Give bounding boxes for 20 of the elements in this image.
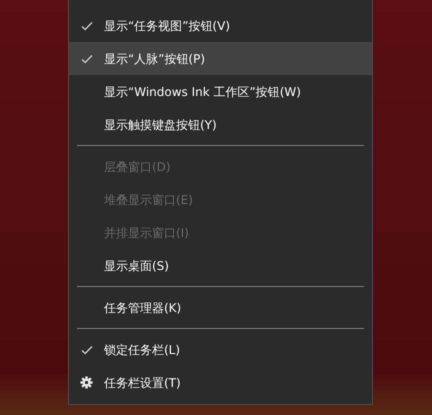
item-label: 显示触摸键盘按钮(Y) <box>104 116 217 134</box>
item-label: 任务管理器(K) <box>104 300 182 316</box>
item-label: 锁定任务栏(L) <box>104 342 180 358</box>
menu-item[interactable]: 显示桌面(S) <box>69 249 372 282</box>
menu-item[interactable]: 显示触摸键盘按钮(Y) <box>69 108 372 141</box>
item-label: 显示“人脉”按钮(P) <box>104 50 206 68</box>
menu-item[interactable]: 锁定任务栏(L) <box>69 333 372 366</box>
item-label: 显示“任务视图”按钮(V) <box>104 18 230 34</box>
item-label: 任务栏设置(T) <box>104 374 181 392</box>
menu-item[interactable]: 显示“任务视图”按钮(V) <box>69 9 372 42</box>
item-label: 并排显示窗口(I) <box>104 224 189 242</box>
menu-item[interactable]: 显示“Windows Ink 工作区”按钮(W) <box>69 75 372 108</box>
item-label: 显示桌面(S) <box>104 258 169 274</box>
menu-item[interactable]: 任务管理器(K) <box>69 291 372 324</box>
settings-icon <box>80 376 93 389</box>
menu-item[interactable]: 显示“人脉”按钮(P) <box>69 42 372 75</box>
item-label: 显示“Windows Ink 工作区”按钮(W) <box>104 84 301 100</box>
menu-item[interactable]: 任务栏设置(T) <box>69 366 372 399</box>
item-label: 层叠窗口(D) <box>104 158 171 176</box>
item-label: 堆叠显示窗口(E) <box>104 192 193 208</box>
